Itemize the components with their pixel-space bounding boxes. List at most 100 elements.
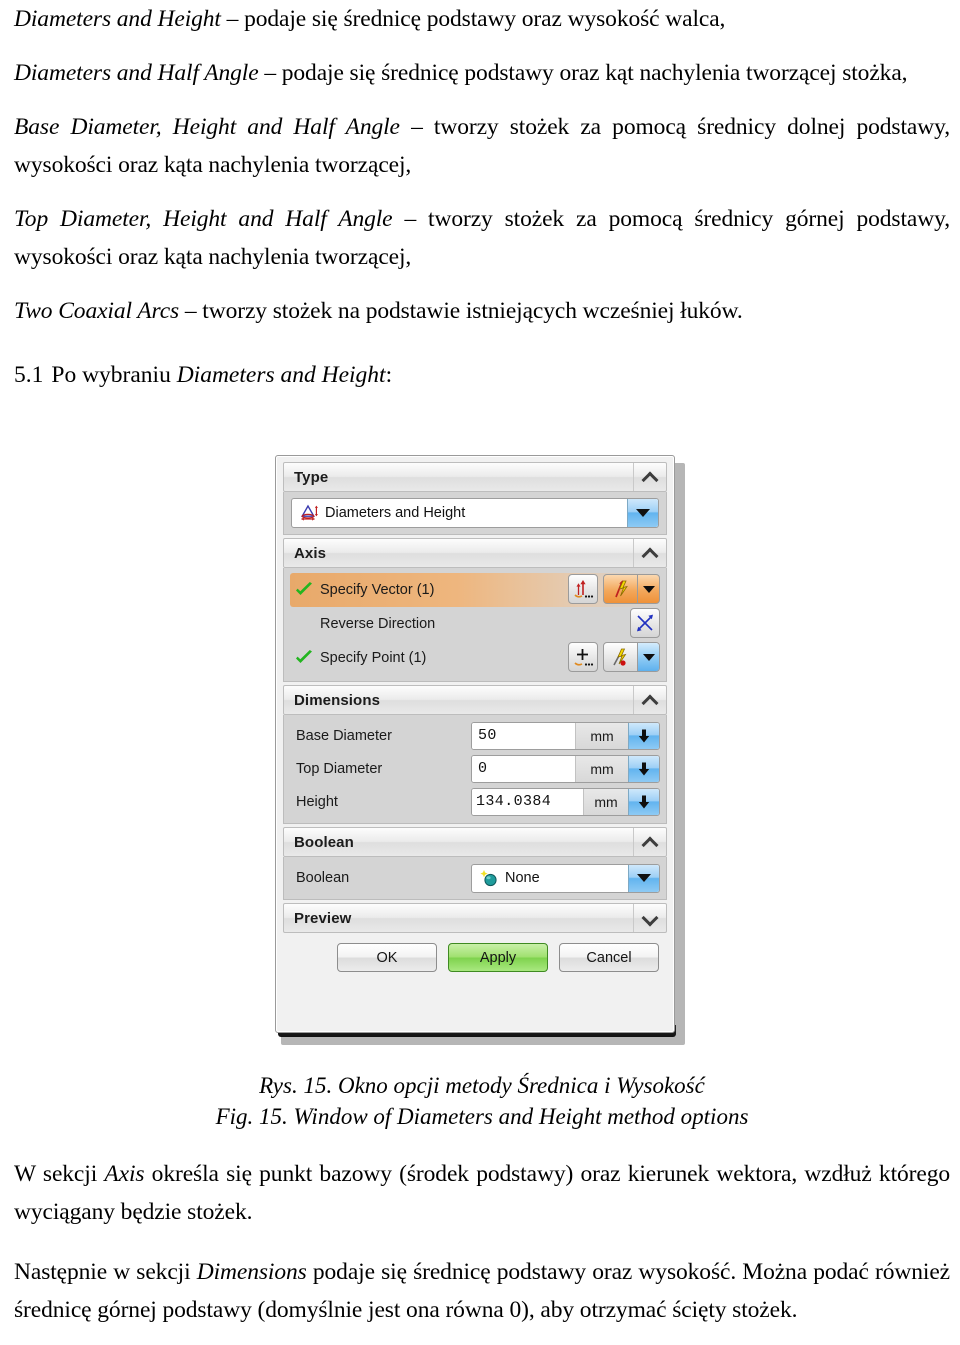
type-combo-value: Diameters and Height <box>325 505 466 521</box>
collapse-toggle-boolean[interactable] <box>633 828 666 856</box>
base-diameter-input[interactable]: 50 <box>472 722 575 749</box>
group-header-axis[interactable]: Axis <box>283 538 667 568</box>
point-inference-button[interactable] <box>603 642 660 672</box>
check-icon <box>294 649 314 667</box>
vector-inference-icon <box>604 575 637 603</box>
base-diameter-dropdown-arrow[interactable] <box>628 722 659 749</box>
height-dropdown-arrow[interactable] <box>628 788 659 815</box>
section-text-before: Po wybraniu <box>51 362 177 388</box>
vector-options-dropdown[interactable] <box>637 575 659 603</box>
top-diameter-unit[interactable]: mm <box>575 755 628 782</box>
boolean-label: Boolean <box>296 870 350 886</box>
chevron-up-icon <box>643 546 658 561</box>
ok-button[interactable]: OK <box>337 943 437 972</box>
group-title-preview: Preview <box>294 909 352 927</box>
axis-row-controls <box>630 608 660 638</box>
collapse-toggle-type[interactable] <box>633 463 666 491</box>
axis-row-specify-vector[interactable]: Specify Vector (1) <box>290 573 660 607</box>
type-combo-dropdown-arrow[interactable] <box>627 499 658 527</box>
term-two-coaxial-arcs: Two Coaxial Arcs <box>14 298 180 324</box>
height-input[interactable]: 134.0384 <box>472 788 583 815</box>
chevron-up-icon <box>643 693 658 708</box>
axis-label-specify-point: Specify Point (1) <box>320 650 427 666</box>
paragraph-text: – podaje się średnicę podstawy oraz wyso… <box>220 6 726 32</box>
base-diameter-spinner[interactable]: 50 mm <box>471 721 660 750</box>
base-diameter-unit[interactable]: mm <box>575 722 628 749</box>
group-header-preview[interactable]: Preview <box>283 903 667 933</box>
paragraph-text: – podaje się średnicę podstawy oraz kąt … <box>258 60 908 86</box>
arrow-down-icon <box>638 795 650 808</box>
dialog-frame: Type Diameters and Height Axis Specify V… <box>275 455 675 1033</box>
height-spinner[interactable]: 134.0384 mm <box>471 787 660 816</box>
point-constructor-icon[interactable] <box>568 642 598 672</box>
dimension-row-height: Height 134.0384 mm <box>290 785 660 818</box>
closing-text-after: określa się punkt bazowy (środek podstaw… <box>14 1161 951 1225</box>
closing-paragraph-dimensions: Następnie w sekcji Dimensions podaje się… <box>14 1253 950 1329</box>
vector-constructor-icon[interactable] <box>568 574 598 604</box>
paragraph-text: – tworzy stożek na podstawie istniejącyc… <box>179 298 743 324</box>
paragraph-diameters-and-height: Diameters and Height – podaje się średni… <box>14 0 950 38</box>
arrow-down-icon <box>638 729 650 742</box>
dialog-footer: OK Apply Cancel <box>283 933 667 972</box>
dimension-label-base-diameter: Base Diameter <box>296 727 392 744</box>
axis-row-reverse-direction[interactable]: Reverse Direction <box>290 607 660 641</box>
group-title-type: Type <box>294 468 329 486</box>
group-header-dimensions[interactable]: Dimensions <box>283 685 667 715</box>
dimension-label-top-diameter: Top Diameter <box>296 760 383 777</box>
figure-caption-en: Fig. 15. Window of Diameters and Height … <box>215 1104 749 1129</box>
term-base-diameter-height-half-angle: Base Diameter, Height and Half Angle <box>14 114 400 140</box>
group-panel-dimensions: Base Diameter 50 mm Top Diameter 0 mm He… <box>283 715 667 824</box>
axis-label-specify-vector: Specify Vector (1) <box>320 582 435 598</box>
collapse-toggle-axis[interactable] <box>633 539 666 567</box>
chevron-down-icon <box>637 874 651 882</box>
axis-row-controls <box>568 574 660 604</box>
reverse-direction-icon[interactable] <box>630 608 660 638</box>
term-dimensions: Dimensions <box>196 1259 307 1285</box>
axis-row-controls <box>568 642 660 672</box>
section-number: 5.1 <box>14 362 44 388</box>
term-diameters-and-half-angle: Diameters and Half Angle <box>14 60 259 86</box>
collapse-toggle-dimensions[interactable] <box>633 686 666 714</box>
vector-inference-button[interactable] <box>603 574 660 604</box>
dimension-label-height: Height <box>296 793 338 810</box>
closing-text-block: W sekcji Axis określa się punkt bazowy (… <box>14 1155 950 1345</box>
term-diameters-and-height: Diameters and Height <box>14 6 221 32</box>
closing-paragraph-axis: W sekcji Axis określa się punkt bazowy (… <box>14 1155 950 1231</box>
group-title-axis: Axis <box>294 544 327 562</box>
arrow-down-icon <box>638 762 650 775</box>
cone-diameter-height-icon <box>292 503 322 523</box>
height-unit[interactable]: mm <box>583 788 628 815</box>
group-header-type[interactable]: Type <box>283 462 667 492</box>
paragraph-diameters-and-half-angle: Diameters and Half Angle – podaje się śr… <box>14 54 950 92</box>
figure-caption-pl: Rys. 15. Okno opcji metody Średnica i Wy… <box>259 1073 705 1098</box>
chevron-down-icon <box>643 911 658 926</box>
collapse-toggle-preview[interactable] <box>633 904 666 932</box>
group-panel-boolean: Boolean None <box>283 857 667 900</box>
paragraph-top-diameter-height-half-angle: Top Diameter, Height and Half Angle – tw… <box>14 200 950 276</box>
top-diameter-input[interactable]: 0 <box>472 755 575 782</box>
top-diameter-spinner[interactable]: 0 mm <box>471 754 660 783</box>
chevron-up-icon <box>643 835 658 850</box>
cancel-button[interactable]: Cancel <box>559 943 659 972</box>
chevron-down-icon <box>642 653 655 661</box>
axis-label-reverse-direction: Reverse Direction <box>320 616 436 632</box>
axis-row-specify-point[interactable]: Specify Point (1) <box>290 641 660 675</box>
cone-dialog[interactable]: Type Diameters and Height Axis Specify V… <box>275 455 685 1045</box>
group-header-boolean[interactable]: Boolean <box>283 827 667 857</box>
boolean-combo-dropdown-arrow[interactable] <box>628 864 659 892</box>
closing-text-before: Następnie w sekcji <box>14 1259 197 1285</box>
term-top-diameter-height-half-angle: Top Diameter, Height and Half Angle <box>14 206 393 232</box>
group-title-boolean: Boolean <box>294 833 354 851</box>
point-inference-icon <box>604 643 637 671</box>
top-diameter-dropdown-arrow[interactable] <box>628 755 659 782</box>
group-title-dimensions: Dimensions <box>294 691 381 709</box>
point-options-dropdown[interactable] <box>637 643 659 671</box>
boolean-combo[interactable]: None <box>471 863 660 893</box>
type-combo[interactable]: Diameters and Height <box>291 498 659 528</box>
figure-caption-block: Rys. 15. Okno opcji metody Średnica i Wy… <box>14 1070 950 1132</box>
apply-button[interactable]: Apply <box>448 943 548 972</box>
group-panel-axis: Specify Vector (1) Reverse Direction Spe… <box>283 568 667 682</box>
check-icon <box>294 581 314 599</box>
boolean-combo-value: None <box>505 870 540 886</box>
